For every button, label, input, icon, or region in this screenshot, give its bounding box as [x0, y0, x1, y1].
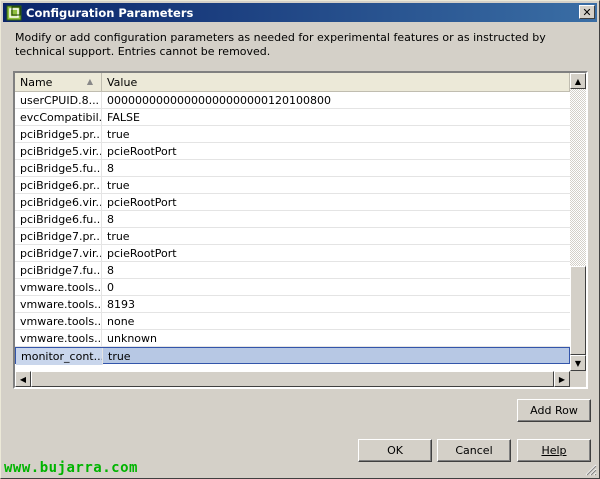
close-icon[interactable]: ✕: [579, 5, 595, 19]
scroll-down-icon[interactable]: ▼: [570, 355, 586, 371]
param-name-cell[interactable]: pciBridge7.vir...: [15, 245, 102, 262]
column-header-name[interactable]: Name ▲: [15, 73, 102, 92]
param-value-cell[interactable]: unknown: [102, 330, 570, 347]
param-value-cell[interactable]: 8: [102, 211, 570, 228]
vertical-scroll-track[interactable]: [570, 89, 586, 266]
param-name-cell[interactable]: pciBridge6.vir...: [15, 194, 102, 211]
table-row[interactable]: pciBridge5.pr... true: [15, 126, 570, 143]
param-name-cell[interactable]: vmware.tools....: [15, 330, 102, 347]
scrollbar-corner: [570, 371, 586, 387]
table-row[interactable]: pciBridge7.fu... 8: [15, 262, 570, 279]
watermark-text: www.bujarra.com: [4, 460, 138, 476]
cancel-button[interactable]: Cancel: [437, 439, 511, 462]
param-value-cell[interactable]: true: [103, 348, 569, 365]
resize-grip-icon[interactable]: [585, 464, 597, 476]
column-name-label: Name: [20, 75, 53, 89]
param-name-cell[interactable]: pciBridge5.pr...: [15, 126, 102, 143]
param-name-cell[interactable]: pciBridge5.vir...: [15, 143, 102, 160]
table-header: Name ▲ Value: [15, 73, 570, 92]
horizontal-scroll-thumb[interactable]: [31, 371, 554, 387]
title-bar[interactable]: Configuration Parameters ✕: [3, 3, 597, 22]
config-params-dialog: Configuration Parameters ✕ Modify or add…: [0, 0, 600, 479]
parameters-table: Name ▲ Value userCPUID.8... 0000000000000…: [13, 71, 588, 389]
table-row[interactable]: userCPUID.8... 00000000000000000000000120…: [15, 92, 570, 109]
param-value-cell[interactable]: FALSE: [102, 109, 570, 126]
param-value-cell[interactable]: pcieRootPort: [102, 143, 570, 160]
param-name-cell[interactable]: vmware.tools....: [15, 313, 102, 330]
param-value-cell[interactable]: none: [102, 313, 570, 330]
param-value-cell[interactable]: 8: [102, 262, 570, 279]
table-body: userCPUID.8... 00000000000000000000000120…: [15, 92, 570, 365]
scroll-up-icon[interactable]: ▲: [570, 73, 586, 89]
param-name-cell[interactable]: userCPUID.8...: [15, 92, 102, 109]
table-row[interactable]: evcCompatibil... FALSE: [15, 109, 570, 126]
ok-button[interactable]: OK: [358, 439, 432, 462]
table-row[interactable]: vmware.tools.... unknown: [15, 330, 570, 347]
vmware-app-icon: [6, 5, 22, 21]
column-value-label: Value: [107, 75, 138, 89]
param-name-cell[interactable]: pciBridge6.fu...: [15, 211, 102, 228]
param-value-cell[interactable]: true: [102, 177, 570, 194]
param-name-cell[interactable]: monitor_cont...: [16, 348, 103, 365]
window-title: Configuration Parameters: [26, 5, 194, 20]
vertical-scroll-thumb[interactable]: [570, 266, 586, 355]
description-text: Modify or add configuration parameters a…: [15, 31, 546, 58]
table-row[interactable]: pciBridge6.pr... true: [15, 177, 570, 194]
param-value-cell[interactable]: true: [102, 228, 570, 245]
param-name-cell[interactable]: pciBridge5.fu...: [15, 160, 102, 177]
param-name-cell[interactable]: pciBridge6.pr...: [15, 177, 102, 194]
table-row[interactable]: monitor_cont... true: [15, 347, 570, 365]
param-value-cell[interactable]: 00000000000000000000000120100800: [102, 92, 570, 109]
scroll-left-icon[interactable]: ◀: [15, 371, 31, 387]
param-name-cell[interactable]: pciBridge7.fu...: [15, 262, 102, 279]
table-row[interactable]: pciBridge7.vir... pcieRootPort: [15, 245, 570, 262]
param-value-cell[interactable]: 0: [102, 279, 570, 296]
param-name-cell[interactable]: vmware.tools....: [15, 296, 102, 313]
param-value-cell[interactable]: pcieRootPort: [102, 245, 570, 262]
table-row[interactable]: pciBridge7.pr... true: [15, 228, 570, 245]
table-row[interactable]: pciBridge6.vir... pcieRootPort: [15, 194, 570, 211]
param-name-cell[interactable]: vmware.tools....: [15, 279, 102, 296]
horizontal-scrollbar[interactable]: ◀ ▶: [15, 371, 570, 387]
table-row[interactable]: pciBridge6.fu... 8: [15, 211, 570, 228]
scroll-right-icon[interactable]: ▶: [554, 371, 570, 387]
param-value-cell[interactable]: 8: [102, 160, 570, 177]
param-name-cell[interactable]: evcCompatibil...: [15, 109, 102, 126]
param-name-cell[interactable]: pciBridge7.pr...: [15, 228, 102, 245]
table-row[interactable]: vmware.tools.... 0: [15, 279, 570, 296]
table-row[interactable]: pciBridge5.fu... 8: [15, 160, 570, 177]
column-header-value[interactable]: Value: [102, 73, 570, 92]
vertical-scrollbar[interactable]: ▲ ▼: [570, 73, 586, 371]
table-row[interactable]: vmware.tools.... none: [15, 313, 570, 330]
sort-ascending-icon: ▲: [86, 77, 93, 86]
param-value-cell[interactable]: true: [102, 126, 570, 143]
table-row[interactable]: pciBridge5.vir... pcieRootPort: [15, 143, 570, 160]
param-value-cell[interactable]: pcieRootPort: [102, 194, 570, 211]
add-row-button[interactable]: Add Row: [517, 399, 591, 422]
table-row[interactable]: vmware.tools.... 8193: [15, 296, 570, 313]
param-value-cell[interactable]: 8193: [102, 296, 570, 313]
help-button[interactable]: Help: [517, 439, 591, 462]
